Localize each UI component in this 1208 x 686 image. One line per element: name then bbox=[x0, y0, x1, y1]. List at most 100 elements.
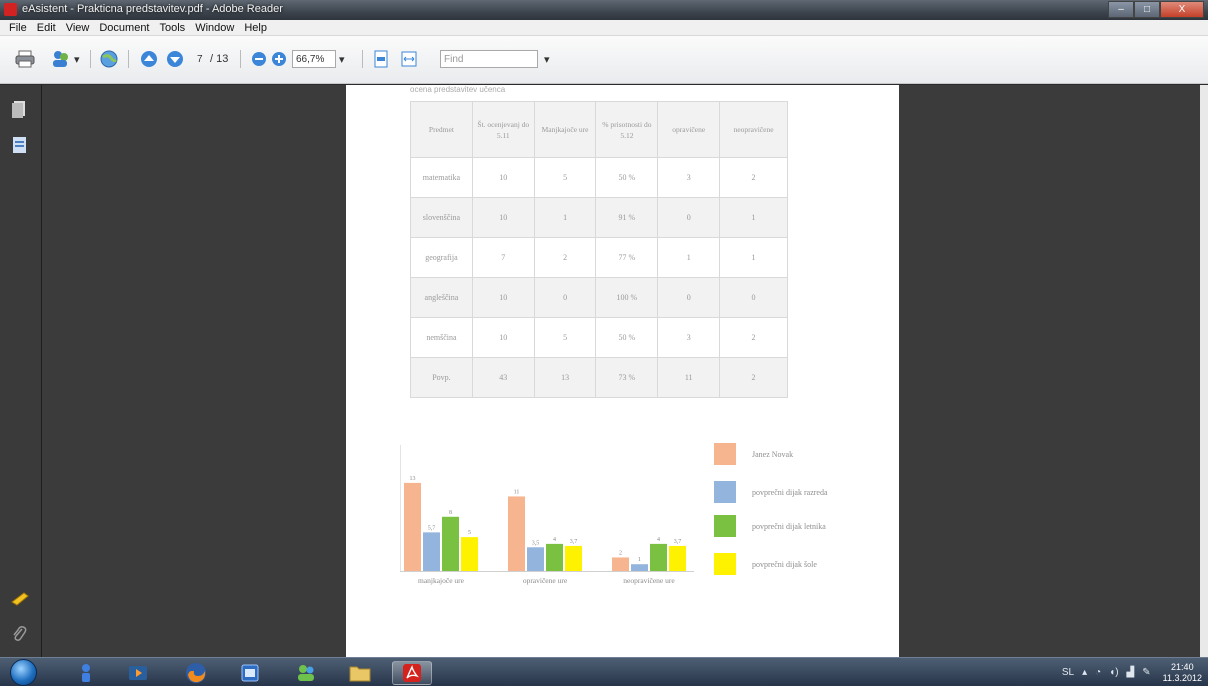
bookmarks-panel-button[interactable] bbox=[11, 135, 29, 155]
toolbar-separator bbox=[362, 50, 363, 68]
taskbar-app-button[interactable] bbox=[66, 661, 106, 685]
fit-page-button[interactable] bbox=[370, 48, 392, 70]
media-icon bbox=[129, 666, 147, 680]
menu-window[interactable]: Window bbox=[190, 22, 239, 34]
taskbar-app-button[interactable] bbox=[176, 661, 216, 685]
page-number-field[interactable]: 7 bbox=[194, 48, 206, 70]
collaborate-button[interactable] bbox=[50, 48, 72, 70]
zoom-in-button[interactable] bbox=[268, 48, 290, 70]
windows-taskbar: SL ▴ ◔ ◖) ▟ ✎ 21:40 11.3.2012 bbox=[0, 657, 1208, 686]
legend-item: povprečni dijak razreda bbox=[714, 481, 828, 503]
bar-value-label: 8 bbox=[449, 510, 452, 516]
language-indicator[interactable]: SL bbox=[1062, 667, 1074, 678]
table-cell: 11 bbox=[657, 357, 721, 398]
taskbar-app-button-active[interactable] bbox=[392, 661, 432, 685]
category-label: neopravičene ure bbox=[623, 576, 675, 585]
signatures-panel-button[interactable] bbox=[11, 590, 29, 610]
table-cell: 0 bbox=[533, 277, 597, 318]
start-button[interactable] bbox=[10, 659, 37, 686]
legend-swatch bbox=[714, 553, 736, 575]
chart-bar bbox=[442, 516, 459, 571]
menu-bar: File Edit View Document Tools Window Hel… bbox=[0, 20, 1208, 36]
taskbar-app-button[interactable] bbox=[230, 661, 270, 685]
toolbar-separator bbox=[128, 50, 129, 68]
table-cell: 1 bbox=[657, 237, 721, 278]
menu-help[interactable]: Help bbox=[239, 22, 272, 34]
bar-value-label: 3,7 bbox=[570, 539, 578, 545]
find-box[interactable]: Find ▾ bbox=[440, 48, 550, 70]
share-button[interactable] bbox=[98, 48, 120, 70]
table-row: nemščina 10 5 50 % 3 2 bbox=[410, 317, 788, 358]
menu-view[interactable]: View bbox=[61, 22, 95, 34]
legend-label: povprečni dijak šole bbox=[752, 559, 817, 569]
table-row: matematika 10 5 50 % 3 2 bbox=[410, 157, 788, 198]
maximize-button[interactable]: □ bbox=[1134, 1, 1160, 18]
bar-value-label: 4 bbox=[553, 537, 556, 543]
bar-value-label: 4 bbox=[657, 537, 660, 543]
legend-label: povprečni dijak razreda bbox=[752, 487, 828, 497]
firefox-icon bbox=[186, 663, 206, 683]
chart-bar bbox=[527, 547, 544, 571]
network-icon[interactable]: ◔ bbox=[1095, 667, 1101, 678]
chevron-down-icon: ▾ bbox=[339, 53, 345, 66]
table-cell: 0 bbox=[657, 197, 721, 238]
zoom-out-button[interactable] bbox=[248, 48, 270, 70]
table-cell: matematika bbox=[410, 157, 473, 198]
vertical-scrollbar[interactable] bbox=[1200, 85, 1208, 657]
window-title-bar[interactable]: eAsistent - Prakticna predstavitev.pdf -… bbox=[0, 0, 1208, 20]
pages-panel-button[interactable] bbox=[11, 99, 29, 119]
previous-page-button[interactable] bbox=[138, 48, 160, 70]
pin-icon[interactable]: ✎ bbox=[1142, 667, 1150, 678]
zoom-level-select[interactable]: 66,7% ▾ bbox=[292, 48, 345, 70]
bar-value-label: 5,7 bbox=[428, 525, 436, 531]
clock-time: 21:40 bbox=[1171, 661, 1194, 672]
table-cell: 0 bbox=[719, 277, 788, 318]
table-cell: 2 bbox=[719, 317, 788, 358]
fit-page-icon bbox=[370, 48, 392, 70]
globe-icon bbox=[98, 48, 120, 70]
legend-item: povprečni dijak šole bbox=[714, 553, 817, 575]
table-cell: Povp. bbox=[410, 357, 473, 398]
taskbar-app-button[interactable] bbox=[286, 661, 326, 685]
absence-bar-chart: 13 5,7 8 5 manjkajoče ure 11 3,5 4 3,7 opravičene… bbox=[400, 445, 694, 585]
main-toolbar: ▾ 7 / 13 66,7% ▾ Find ▾ bbox=[0, 36, 1208, 84]
taskbar-app-button[interactable] bbox=[118, 661, 158, 685]
fit-width-button[interactable] bbox=[398, 48, 420, 70]
column-header: neopravičene bbox=[719, 101, 788, 158]
collaborate-dropdown[interactable]: ▾ bbox=[74, 48, 80, 70]
table-cell: 91 % bbox=[595, 197, 659, 238]
bar-value-label: 1 bbox=[638, 557, 641, 563]
table-cell: 1 bbox=[719, 197, 788, 238]
table-cell: 2 bbox=[719, 157, 788, 198]
next-page-button[interactable] bbox=[164, 48, 186, 70]
legend-swatch bbox=[714, 443, 736, 465]
chart-bar bbox=[461, 537, 478, 571]
attachments-panel-button[interactable] bbox=[11, 625, 29, 645]
legend-swatch bbox=[714, 515, 736, 537]
total-pages: / 13 bbox=[210, 53, 229, 65]
minimize-button[interactable]: – bbox=[1108, 1, 1134, 18]
page-number-value[interactable]: 7 bbox=[194, 50, 206, 68]
table-cell: 2 bbox=[719, 357, 788, 398]
table-cell: 2 bbox=[533, 237, 597, 278]
print-button[interactable] bbox=[14, 48, 36, 70]
table-cell: 10 bbox=[471, 277, 535, 318]
menu-file[interactable]: File bbox=[4, 22, 32, 34]
toolbar-separator bbox=[90, 50, 91, 68]
find-input[interactable]: Find bbox=[440, 50, 538, 68]
zoom-level-value[interactable]: 66,7% bbox=[292, 50, 336, 68]
menu-edit[interactable]: Edit bbox=[32, 22, 61, 34]
show-hidden-icons-button[interactable]: ▴ bbox=[1082, 667, 1087, 678]
table-row: geografija 7 2 77 % 1 1 bbox=[410, 237, 788, 278]
close-button[interactable]: X bbox=[1160, 1, 1204, 18]
taskbar-app-button[interactable] bbox=[340, 661, 380, 685]
column-header: Manjkajoče ure bbox=[533, 101, 597, 158]
chevron-down-icon: ▾ bbox=[74, 53, 80, 66]
page-thumbnails-icon bbox=[12, 101, 25, 118]
system-clock[interactable]: 21:40 11.3.2012 bbox=[1163, 662, 1202, 684]
menu-tools[interactable]: Tools bbox=[155, 22, 191, 34]
table-cell: 0 bbox=[657, 277, 721, 318]
volume-icon[interactable]: ◖) bbox=[1109, 667, 1118, 678]
signal-icon[interactable]: ▟ bbox=[1127, 667, 1135, 678]
menu-document[interactable]: Document bbox=[94, 22, 154, 34]
